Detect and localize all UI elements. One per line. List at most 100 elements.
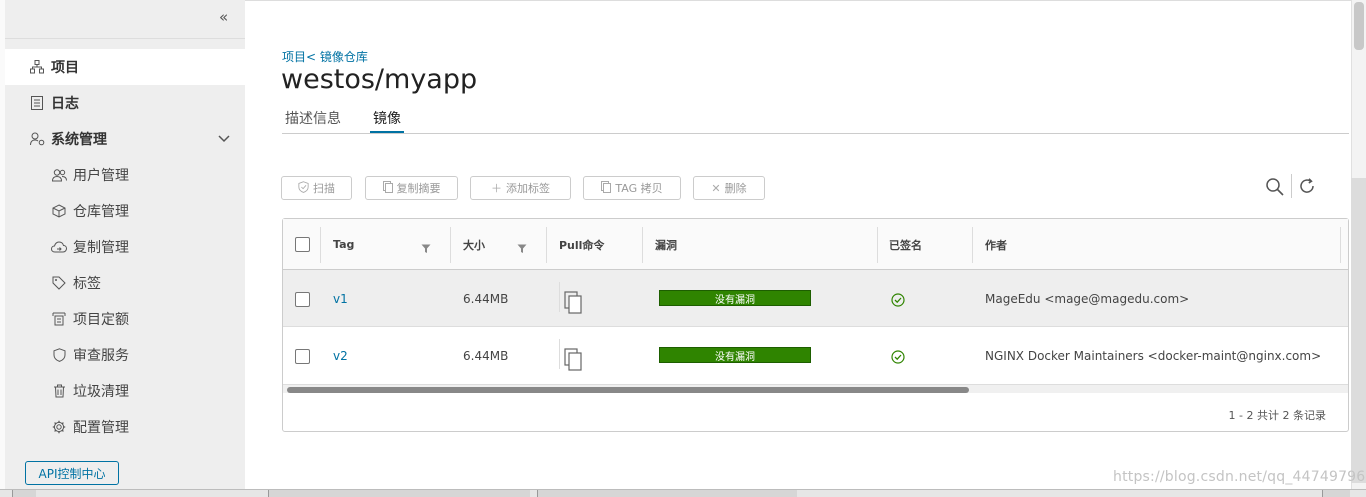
pull-divider xyxy=(559,282,560,312)
size-value: 6.44MB xyxy=(463,349,509,363)
sidebar-item-log[interactable]: 日志 xyxy=(5,85,245,121)
trash-icon xyxy=(51,383,67,399)
sidebar-sub-label: 配置管理 xyxy=(73,420,129,436)
sidebar-item-label: 日志 xyxy=(51,96,79,112)
taskbar-item[interactable] xyxy=(537,490,797,497)
vulnerability-bar[interactable]: 没有漏洞 xyxy=(659,347,811,363)
admin-icon xyxy=(29,131,45,147)
check-circle-icon xyxy=(891,292,905,307)
cloud-icon xyxy=(51,239,67,255)
sidebar-divider xyxy=(5,38,245,39)
copy-icon xyxy=(601,180,612,196)
table-row[interactable]: v2 6.44MB 没有漏洞 NGINX Docker Maintainers … xyxy=(283,328,1348,385)
tag-copy-label: TAG 拷贝 xyxy=(615,182,663,195)
delete-label: 删除 xyxy=(724,182,747,195)
taskbar-item[interactable] xyxy=(12,490,36,497)
filter-icon[interactable] xyxy=(421,239,431,253)
plus-icon: ＋ xyxy=(491,182,502,195)
column-divider xyxy=(1340,227,1341,263)
sidebar-item-users[interactable]: 用户管理 xyxy=(5,157,245,193)
scrollbar-track-lower xyxy=(1351,178,1366,483)
size-value: 6.44MB xyxy=(463,292,509,306)
row-checkbox[interactable] xyxy=(295,349,310,364)
log-icon xyxy=(29,95,45,111)
delete-button[interactable]: ✕ 删除 xyxy=(693,176,765,200)
sidebar-item-label: 项目 xyxy=(51,60,79,76)
column-header-size[interactable]: 大小 xyxy=(451,219,485,270)
sidebar-sub-label: 用户管理 xyxy=(73,168,129,184)
sidebar-sub-label: 审查服务 xyxy=(73,348,129,364)
tab-images[interactable]: 镜像 xyxy=(370,108,404,134)
tag-copy-button[interactable]: TAG 拷贝 xyxy=(583,176,681,200)
tag-link[interactable]: v2 xyxy=(333,349,348,363)
pull-divider xyxy=(559,339,560,369)
vulnerability-bar[interactable]: 没有漏洞 xyxy=(659,290,811,306)
sidebar-item-quotas[interactable]: 项目定额 xyxy=(5,301,245,337)
sidebar-sub-label: 项目定额 xyxy=(73,312,129,328)
copy-icon[interactable] xyxy=(564,291,586,317)
sidebar-sub-label: 标签 xyxy=(73,276,101,292)
breadcrumb[interactable]: 项目< 镜像仓库 xyxy=(282,48,368,65)
gear-icon xyxy=(51,419,67,435)
column-header-author: 作者 xyxy=(985,238,1007,252)
registry-icon xyxy=(51,203,67,219)
copy-icon[interactable] xyxy=(564,348,586,374)
scan-button[interactable]: 扫描 xyxy=(281,176,352,200)
sidebar-item-registries[interactable]: 仓库管理 xyxy=(5,193,245,229)
check-circle-icon xyxy=(891,349,905,364)
sidebar-sub-label: 垃圾清理 xyxy=(73,384,129,400)
filter-icon[interactable] xyxy=(517,239,527,253)
sidebar-item-config[interactable]: 配置管理 xyxy=(5,409,245,445)
column-header-pull: Pull命令 xyxy=(559,238,605,252)
page-title: westos/myapp xyxy=(281,64,478,95)
sidebar-sub-label: 仓库管理 xyxy=(73,204,129,220)
author-value: NGINX Docker Maintainers <docker-maint@n… xyxy=(985,349,1322,363)
tag-link[interactable]: v1 xyxy=(333,292,348,306)
sidebar-item-replication[interactable]: 复制管理 xyxy=(5,229,245,265)
sidebar-sub-label: 复制管理 xyxy=(73,240,129,256)
sidebar-item-label: 系统管理 xyxy=(51,132,107,148)
vertical-scrollbar-thumb[interactable] xyxy=(1354,2,1364,50)
collapse-sidebar-icon[interactable]: « xyxy=(219,9,235,25)
select-all-checkbox[interactable] xyxy=(295,237,310,252)
sidebar-item-gc[interactable]: 垃圾清理 xyxy=(5,373,245,409)
column-header-signed: 已签名 xyxy=(889,238,922,252)
copy-icon xyxy=(382,180,393,196)
sidebar-item-admin[interactable]: 系统管理 xyxy=(5,121,245,157)
add-label-button[interactable]: ＋ 添加标签 xyxy=(470,176,571,200)
quota-icon xyxy=(51,311,67,327)
column-header-tag[interactable]: Tag xyxy=(321,219,354,270)
row-checkbox[interactable] xyxy=(295,292,310,307)
chevron-down-icon[interactable] xyxy=(217,131,233,147)
table-row[interactable]: v1 6.44MB 没有漏洞 MageEdu <mage@magedu.com> xyxy=(283,270,1348,327)
scan-label: 扫描 xyxy=(313,182,335,195)
shield-icon xyxy=(298,180,309,196)
users-icon xyxy=(51,167,67,183)
author-value: MageEdu <mage@magedu.com> xyxy=(985,292,1190,306)
refresh-icon[interactable] xyxy=(1298,177,1316,195)
shield-icon xyxy=(51,347,67,363)
tab-info[interactable]: 描述信息 xyxy=(285,108,341,134)
taskbar-item[interactable] xyxy=(268,490,530,497)
project-icon xyxy=(29,59,45,75)
copy-digest-button[interactable]: 复制摘要 xyxy=(365,176,458,200)
content-top-border xyxy=(245,0,1351,1)
sidebar-item-interrogation[interactable]: 审查服务 xyxy=(5,337,245,373)
api-explorer-button[interactable]: API控制中心 xyxy=(25,461,119,485)
toolbar-divider xyxy=(1291,174,1292,198)
add-label-label: 添加标签 xyxy=(506,182,550,195)
search-icon[interactable] xyxy=(1265,177,1285,197)
table-header: Tag 大小 Pull命令 漏洞 已签名 作者 xyxy=(283,219,1348,270)
column-header-vulnerability[interactable]: 漏洞 xyxy=(643,219,677,270)
close-icon: ✕ xyxy=(711,181,721,195)
tag-icon xyxy=(51,275,67,291)
taskbar-item[interactable] xyxy=(1322,490,1350,497)
tabs-divider xyxy=(282,133,1349,134)
watermark-text: https://blog.csdn.net/qq_44749796 xyxy=(1113,469,1366,485)
copy-digest-label: 复制摘要 xyxy=(396,182,441,195)
horizontal-scrollbar-thumb[interactable] xyxy=(287,387,969,393)
images-table: Tag 大小 Pull命令 漏洞 已签名 作者 v1 6.44MB 没有漏洞 M… xyxy=(282,218,1349,432)
sidebar-item-project[interactable]: 项目 xyxy=(5,49,245,85)
sidebar-item-labels[interactable]: 标签 xyxy=(5,265,245,301)
pagination-summary: 1 - 2 共计 2 条记录 xyxy=(1228,409,1326,422)
